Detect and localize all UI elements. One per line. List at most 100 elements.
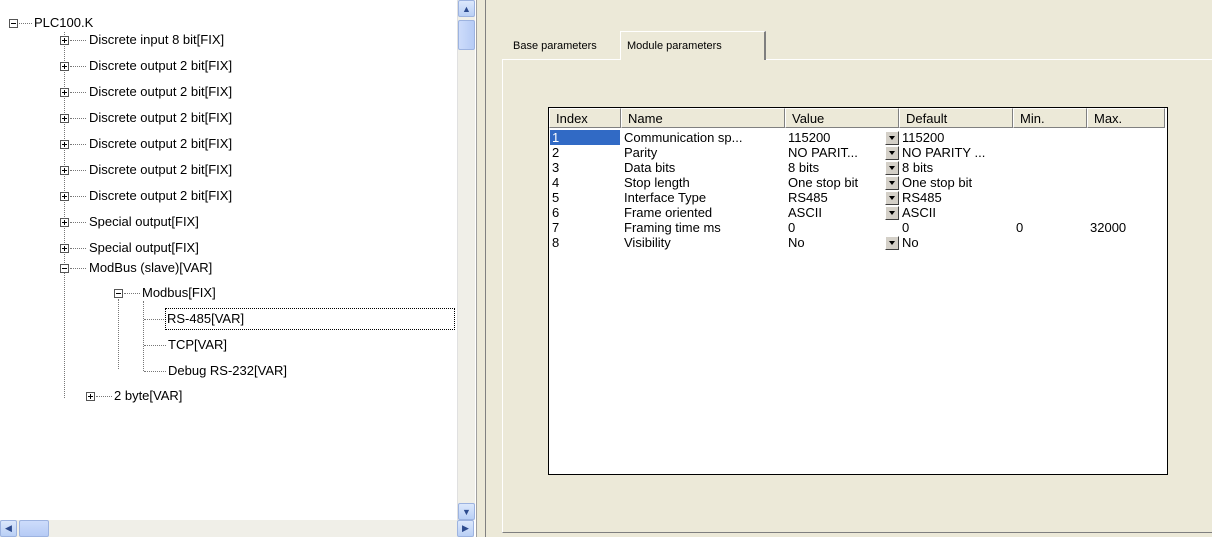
expand-icon[interactable]: [60, 140, 69, 149]
tree-node[interactable]: Discrete input 8 bit[FIX]: [0, 30, 300, 50]
expand-icon[interactable]: [60, 36, 69, 45]
cell-max: [1088, 190, 1166, 205]
tree-node-label: TCP[VAR]: [168, 337, 227, 352]
properties-pane: Base parameters Module parameters Index …: [486, 0, 1212, 537]
table-row[interactable]: 2 Parity NO PARIT... NO PARITY ...: [549, 145, 1167, 160]
cell-name: Parity: [624, 145, 658, 160]
dropdown-arrow-icon[interactable]: [885, 236, 899, 250]
cell-index: 7: [552, 220, 560, 235]
cell-index: 5: [552, 190, 560, 205]
tree-node-rs485[interactable]: RS-485[VAR]: [0, 308, 460, 330]
expand-icon[interactable]: [60, 218, 69, 227]
scroll-right-icon[interactable]: ▶: [457, 520, 474, 537]
collapse-icon[interactable]: [114, 289, 123, 298]
column-header-index[interactable]: Index: [549, 108, 621, 128]
parameters-grid[interactable]: Index Name Value Default Min. Max. 1 Comm…: [548, 107, 1168, 475]
tree-node-modbus[interactable]: Modbus[FIX]: [0, 283, 300, 303]
cell-name: Communication sp...: [624, 130, 743, 145]
expand-icon[interactable]: [60, 62, 69, 71]
pane-splitter[interactable]: [476, 0, 486, 537]
expand-icon[interactable]: [60, 192, 69, 201]
table-row[interactable]: 6 Frame oriented ASCII ASCII: [549, 205, 1167, 220]
expand-icon[interactable]: [60, 166, 69, 175]
dropdown-arrow-icon[interactable]: [885, 161, 899, 175]
dropdown-arrow-icon[interactable]: [885, 176, 899, 190]
tree-node-label: Discrete output 2 bit[FIX]: [89, 58, 233, 73]
cell-value[interactable]: 8 bits: [786, 160, 884, 175]
scroll-up-icon[interactable]: ▲: [458, 0, 475, 17]
tab-base-parameters[interactable]: Base parameters: [507, 34, 620, 59]
tree-node[interactable]: Special output[FIX]: [0, 212, 300, 232]
vertical-scroll-thumb[interactable]: [458, 20, 475, 50]
collapse-icon[interactable]: [9, 19, 18, 28]
cell-min: [1014, 205, 1088, 220]
horizontal-scroll-thumb[interactable]: [19, 520, 49, 537]
tree-node-label: RS-485[VAR]: [165, 308, 455, 330]
tree-node-modbus-slave[interactable]: ModBus (slave)[VAR]: [0, 258, 300, 278]
cell-min: [1014, 130, 1088, 145]
tree-node-label: 2 byte[VAR]: [114, 388, 183, 403]
vertical-scrollbar[interactable]: ▲ ▼: [457, 0, 475, 520]
cell-index: 1: [550, 130, 620, 145]
tree-node-debug-rs232[interactable]: Debug RS-232[VAR]: [0, 361, 300, 381]
cell-value[interactable]: NO PARIT...: [786, 145, 884, 160]
cell-index: 8: [552, 235, 560, 250]
tree-node-label: Special output[FIX]: [89, 214, 199, 229]
tree-node[interactable]: Special output[FIX]: [0, 238, 300, 258]
cell-min: [1014, 235, 1088, 250]
cell-index: 4: [552, 175, 560, 190]
column-header-name[interactable]: Name: [621, 108, 785, 128]
tree-node-tcp[interactable]: TCP[VAR]: [0, 335, 300, 355]
expand-icon[interactable]: [86, 392, 95, 401]
table-row[interactable]: 1 Communication sp... 115200 115200: [549, 130, 1167, 145]
dropdown-arrow-icon[interactable]: [885, 206, 899, 220]
cell-default: One stop bit: [902, 175, 973, 190]
dropdown-arrow-icon[interactable]: [885, 131, 899, 145]
expand-icon[interactable]: [60, 88, 69, 97]
tree-node[interactable]: Discrete output 2 bit[FIX]: [0, 82, 300, 102]
cell-default: NO PARITY ...: [902, 145, 986, 160]
column-header-min[interactable]: Min.: [1013, 108, 1087, 128]
tree-node[interactable]: Discrete output 2 bit[FIX]: [0, 160, 300, 180]
table-row[interactable]: 3 Data bits 8 bits 8 bits: [549, 160, 1167, 175]
cell-max: [1088, 235, 1166, 250]
column-header-max[interactable]: Max.: [1087, 108, 1165, 128]
cell-value[interactable]: 115200: [786, 130, 884, 145]
cell-min: [1014, 145, 1088, 160]
scroll-down-icon[interactable]: ▼: [458, 503, 475, 520]
cell-value[interactable]: RS485: [786, 190, 884, 205]
tree-node-label: Debug RS-232[VAR]: [168, 363, 287, 378]
cell-min: [1014, 175, 1088, 190]
tree-node[interactable]: Discrete output 2 bit[FIX]: [0, 134, 300, 154]
horizontal-scrollbar[interactable]: ◀ ▶: [0, 520, 474, 537]
collapse-icon[interactable]: [60, 264, 69, 273]
cell-value[interactable]: One stop bit: [786, 175, 884, 190]
tree-node[interactable]: Discrete output 2 bit[FIX]: [0, 186, 300, 206]
tree-node[interactable]: Discrete output 2 bit[FIX]: [0, 56, 300, 76]
cell-max: [1088, 145, 1166, 160]
cell-min: 0: [1016, 220, 1024, 235]
cell-index: 6: [552, 205, 560, 220]
cell-min: [1014, 190, 1088, 205]
cell-value[interactable]: ASCII: [786, 205, 884, 220]
column-header-value[interactable]: Value: [785, 108, 899, 128]
cell-name: Frame oriented: [624, 205, 713, 220]
tree-node[interactable]: Discrete output 2 bit[FIX]: [0, 108, 300, 128]
table-row[interactable]: 8 Visibility No No: [549, 235, 1167, 250]
table-row[interactable]: 5 Interface Type RS485 RS485: [549, 190, 1167, 205]
cell-index: 2: [552, 145, 560, 160]
column-header-default[interactable]: Default: [899, 108, 1013, 128]
expand-icon[interactable]: [60, 114, 69, 123]
scroll-left-icon[interactable]: ◀: [0, 520, 17, 537]
cell-value[interactable]: No: [786, 235, 884, 250]
tree-node-2byte[interactable]: 2 byte[VAR]: [0, 386, 300, 406]
tab-module-parameters[interactable]: Module parameters: [620, 31, 766, 60]
dropdown-arrow-icon[interactable]: [885, 146, 899, 160]
dropdown-arrow-icon[interactable]: [885, 191, 899, 205]
table-row[interactable]: 7 Framing time ms 0 0 0 32000: [549, 220, 1167, 235]
cell-value[interactable]: 0: [786, 220, 900, 235]
table-row[interactable]: 4 Stop length One stop bit One stop bit: [549, 175, 1167, 190]
cell-name: Framing time ms: [624, 220, 721, 235]
expand-icon[interactable]: [60, 244, 69, 253]
project-tree[interactable]: PLC100.K Discrete input 8 bit[FIX] Discr…: [0, 0, 476, 537]
